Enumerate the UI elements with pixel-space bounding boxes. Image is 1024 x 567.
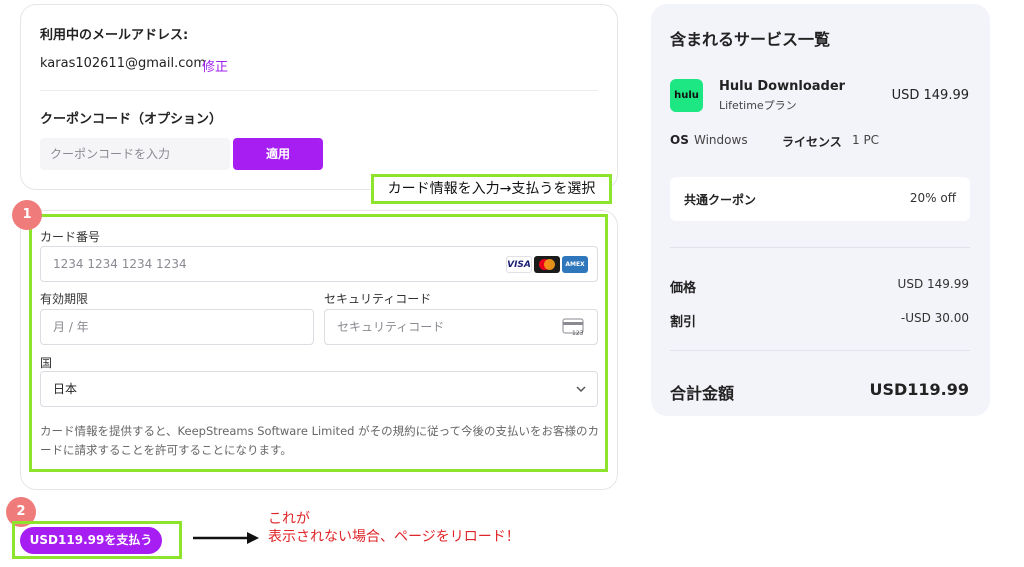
hulu-logo-icon: hulu [670,79,703,112]
step-1-badge: 1 [12,200,42,230]
legal-text: カード情報を提供すると、KeepStreams Software Limited… [40,424,600,457]
summary-title: 含まれるサービス一覧 [670,30,831,49]
applied-coupon-value: 20% off [909,191,956,205]
reload-note-line1: これが [268,511,310,527]
cvc-card-icon: 123 [562,318,584,336]
total-label: 合計金額 [670,384,735,403]
product-plan: Lifetimeプラン [719,99,797,112]
license-label: ライセンス [782,135,842,149]
amex-icon: AMEX [562,256,588,273]
edit-email-link[interactable]: 修正 [202,56,228,75]
pay-button[interactable]: USD119.99を支払う [20,527,162,554]
card-number-label: カード番号 [40,230,101,244]
os-label: OS [670,133,689,147]
country-select[interactable]: 日本 [40,371,598,407]
discount-label: 割引 [670,315,697,330]
reload-note: これが 表示されない場合、ページをリロード！ [268,510,520,546]
price-value: USD 149.99 [897,277,969,291]
expiry-input[interactable]: 月 / 年 [40,309,314,345]
total-value: USD119.99 [869,380,969,399]
cvc-label: セキュリティコード [324,292,432,306]
price-label: 価格 [670,281,697,296]
discount-value: -USD 30.00 [900,311,969,325]
coupon-label: クーポンコード（オプション） [40,112,223,127]
mastercard-circle-orange [544,259,555,270]
os-value: Windows [694,133,748,147]
arrow-right-icon [193,532,259,544]
product-price: USD 149.99 [891,88,969,103]
mastercard-icon [534,256,560,273]
cvc-input[interactable]: セキュリティコード [324,309,598,345]
summary-divider [670,247,970,248]
license-value: 1 PC [852,133,880,147]
coupon-input[interactable] [40,138,230,170]
visa-icon: VISA [506,256,532,273]
country-label: 国 [40,356,53,370]
email-label: 利用中のメールアドレス: [40,28,189,43]
annotation-callout: カード情報を入力→支払うを選択 [371,174,612,204]
cvc-icon-text: 123 [572,330,584,336]
chevron-down-icon [576,386,586,393]
summary-divider [670,350,970,351]
reload-note-line2: 表示されない場合、ページをリロード！ [268,529,520,545]
product-name: Hulu Downloader [719,79,846,94]
applied-coupon-label: 共通クーポン [684,193,757,207]
expiry-label: 有効期限 [40,292,89,306]
email-value: karas102611@gmail.com [40,56,206,71]
divider [40,90,598,91]
apply-coupon-button[interactable]: 適用 [233,138,323,170]
